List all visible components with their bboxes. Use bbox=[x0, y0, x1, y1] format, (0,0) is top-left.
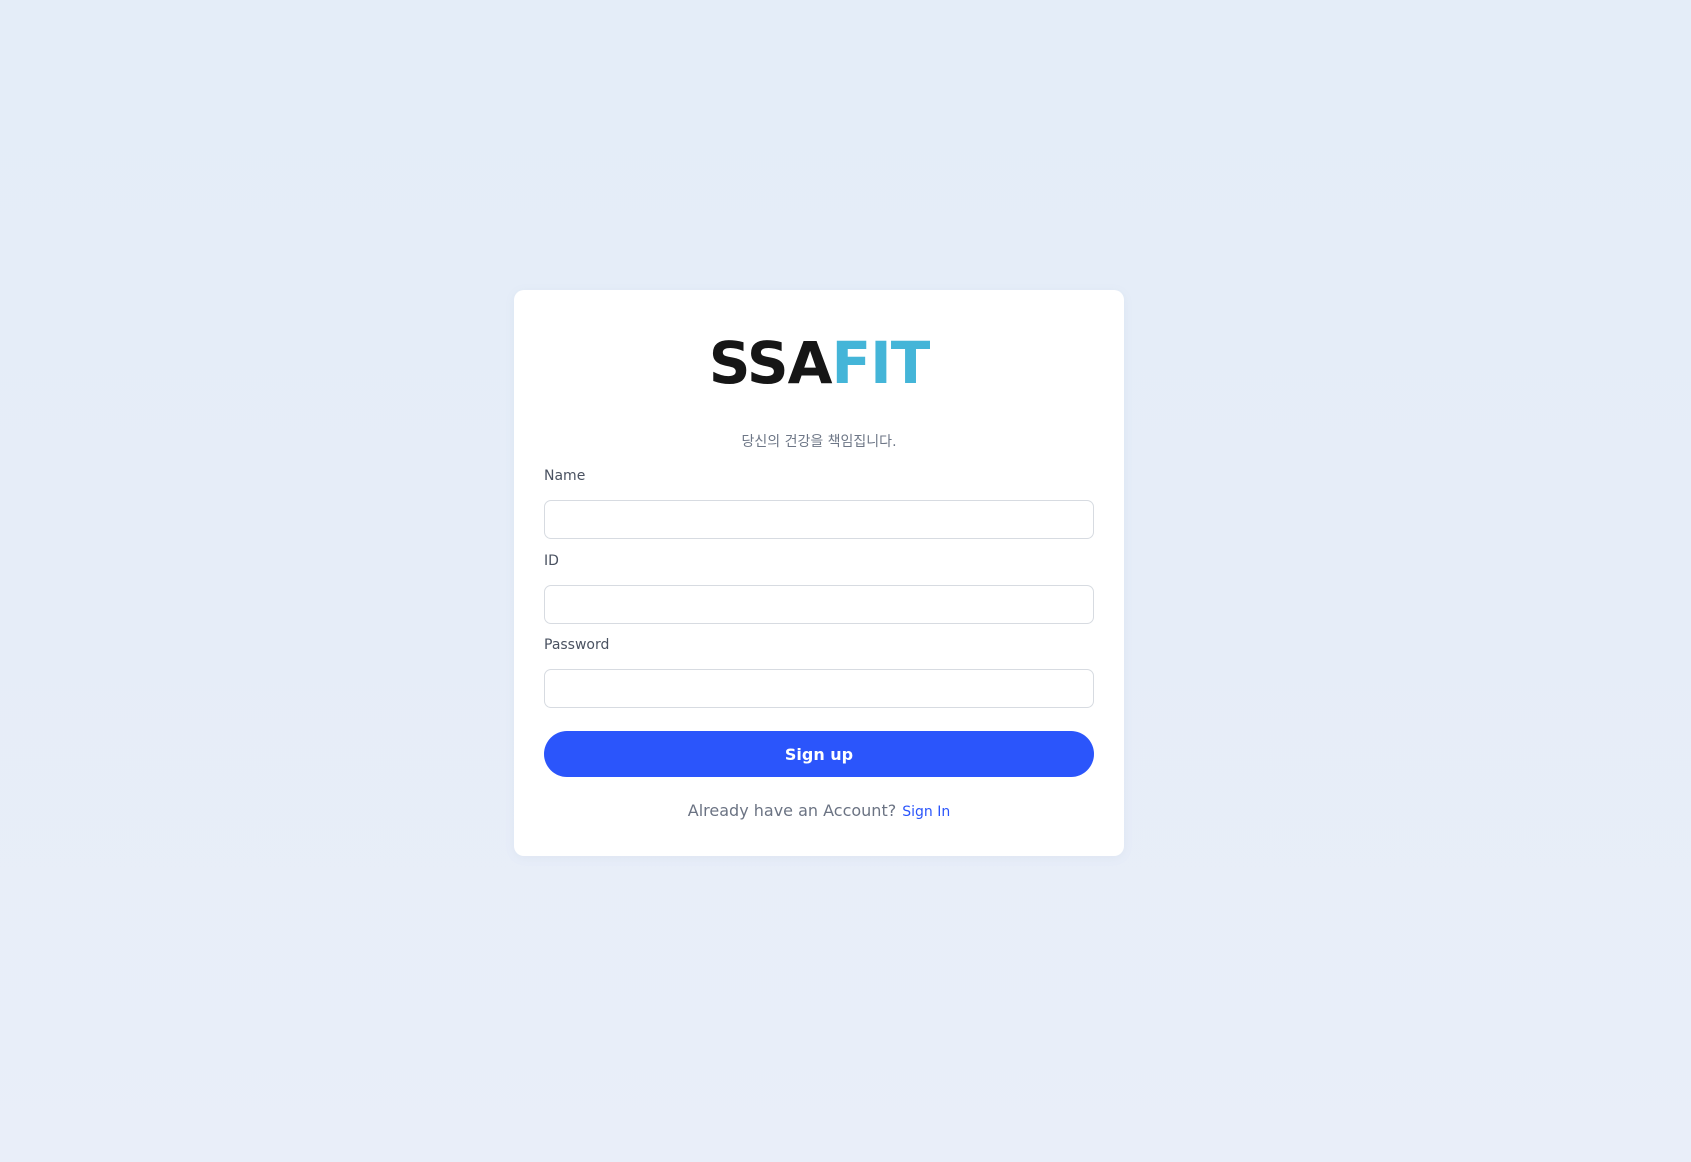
name-input[interactable] bbox=[544, 500, 1094, 539]
id-input[interactable] bbox=[544, 585, 1094, 624]
signup-card: SSAFIT 당신의 건강을 책임집니다. Name ID Password S… bbox=[514, 290, 1124, 856]
signup-button[interactable]: Sign up bbox=[544, 731, 1094, 777]
tagline: 당신의 건강을 책임집니다. bbox=[741, 434, 897, 450]
ssafit-logo: SSAFIT bbox=[514, 318, 1124, 408]
name-label: Name bbox=[544, 468, 586, 484]
signin-prompt: Already have an Account? Sign In bbox=[514, 800, 1124, 823]
account-question: Already have an Account? bbox=[687, 801, 897, 820]
password-input[interactable] bbox=[544, 669, 1094, 708]
id-label: ID bbox=[544, 553, 559, 569]
password-label: Password bbox=[544, 637, 610, 653]
signin-link[interactable]: Sign In bbox=[902, 804, 950, 820]
logo-text-accent: FIT bbox=[831, 329, 931, 397]
logo-text-dark: SSA bbox=[708, 329, 833, 397]
